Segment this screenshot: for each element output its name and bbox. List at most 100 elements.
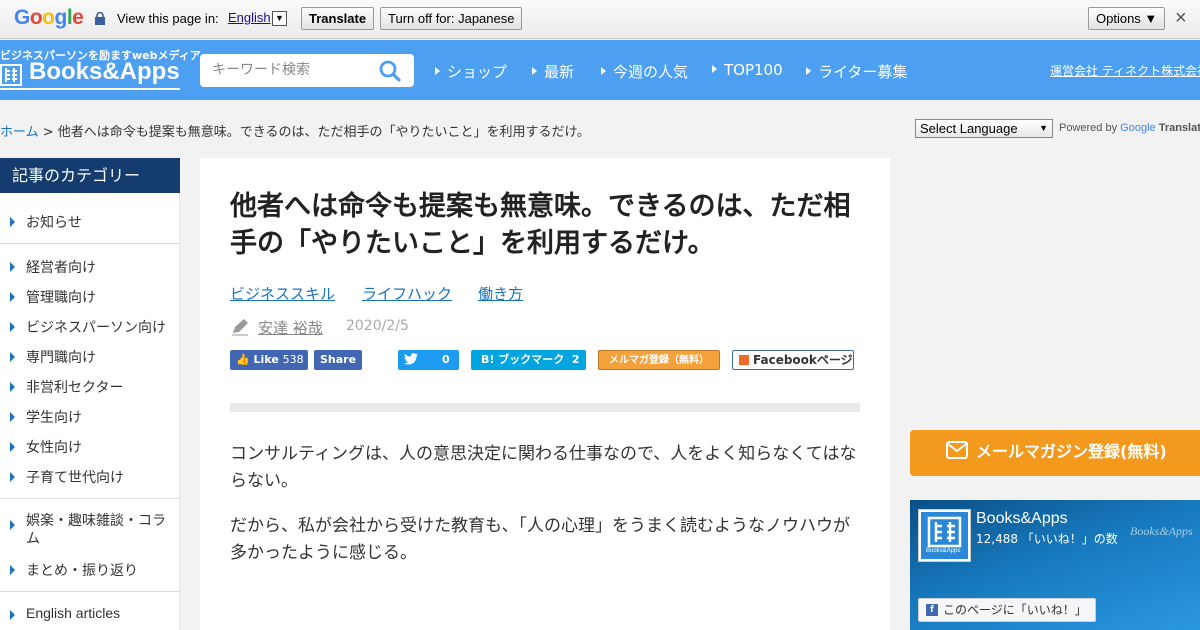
options-button[interactable]: Options ▼ [1088,7,1166,30]
view-page-label: View this page in: [117,11,219,26]
sidebar-item-women[interactable]: 女性向け [0,437,180,457]
caret-right-icon [435,67,440,75]
caret-right-icon [10,322,15,332]
twitter-button[interactable]: 0 [398,350,459,370]
breadcrumb: ホーム > 他者へは命令も提案も無意味。できるのは、ただ相手の「やりたいこと」を… [0,121,590,140]
fb-thumb-text: Books&Apps [926,548,961,554]
sidebar-item-students[interactable]: 学生向け [0,407,180,427]
nav-label: ショップ [447,63,508,81]
caret-right-icon [10,352,15,362]
caret-right-icon [601,67,606,75]
logo-underline [0,88,180,90]
divider-bar [230,403,860,412]
nav-weekly-popular[interactable]: 今週の人気 [601,61,688,82]
facebook-icon: f [926,604,938,616]
fb-like-label: Like [253,353,279,366]
sidebar-item-entertainment[interactable]: 娯楽・趣味雑談・コラム [0,512,170,548]
sidebar-item-label: ビジネスパーソン向け [26,320,166,336]
company-link[interactable]: 運営会社 ティネクト株式会社 [1050,62,1200,79]
nav-label: 今週の人気 [613,63,689,81]
caret-right-icon [10,292,15,302]
hatena-bookmark-button[interactable]: B! ブックマーク 2 [471,350,586,370]
flag-icon [739,355,749,365]
turn-off-button[interactable]: Turn off for: Japanese [380,7,523,30]
tag-business-skill[interactable]: ビジネススキル [230,283,335,304]
google-wordmark: Google [1120,122,1156,134]
article-paragraph: コンサルティングは、人の意思決定に関わる仕事なので、人をよく知らなくてはならない… [230,444,857,491]
twitter-count: 0 [442,353,450,366]
sidebar-divider [0,591,180,592]
caret-right-icon [10,217,15,227]
fb-page-name[interactable]: Books&Apps [976,510,1068,528]
fb-page-like-button[interactable]: f このページに「いいね！」 [918,598,1096,622]
nav-shop[interactable]: ショップ [435,61,507,82]
hatena-label: B! ブックマーク [481,353,565,366]
fb-share-button[interactable]: Share [314,350,362,370]
nav-label: ライター募集 [818,63,908,81]
sidebar-item-managers[interactable]: 管理職向け [0,287,180,307]
fb-like-count: 538 [282,353,304,366]
search-input[interactable] [212,60,372,80]
thumbs-up-icon: 👍 [236,353,250,366]
twitter-bird-icon [404,353,418,365]
sidebar-item-label: 専門職向け [26,350,96,366]
tag-lifehack[interactable]: ライフハック [362,283,452,304]
sidebar-item-label: まとめ・振り返り [26,563,138,579]
mail-icon [946,441,968,459]
sidebar-divider [0,498,180,499]
language-select-value: Select Language [920,121,1018,136]
caret-right-icon [10,565,15,575]
powered-by-label: Powered by [1059,122,1118,134]
site-logo[interactable]: Books&Apps [29,58,180,86]
close-icon[interactable]: × [1175,8,1187,28]
sidebar-divider [0,243,180,244]
nav-latest[interactable]: 最新 [532,61,574,82]
fb-like-button[interactable]: 👍 Like 538 [230,350,308,370]
caret-right-icon [10,382,15,392]
sidebar-item-label: English articles [26,605,121,621]
caret-right-icon [10,520,15,530]
caret-right-icon [712,65,717,73]
sidebar-item-news[interactable]: お知らせ [0,212,180,232]
caret-right-icon [10,262,15,272]
fb-like-count: 12,488 「いいね！」の数 [976,532,1118,546]
books-apps-logo-icon[interactable] [0,64,22,86]
sidebar-item-english[interactable]: English articles [0,605,180,621]
tag-workstyle[interactable]: 働き方 [478,283,523,304]
hatena-count: 2 [571,353,580,366]
search-icon[interactable] [378,59,402,83]
translate-button[interactable]: Translate [301,7,375,30]
nav-top100[interactable]: TOP100 [712,61,783,79]
nav-writer-recruit[interactable]: ライター募集 [806,61,907,82]
sidebar-item-label: 女性向け [26,440,82,456]
sidebar-item-summary[interactable]: まとめ・振り返り [0,560,180,580]
sidebar-item-professionals[interactable]: 専門職向け [0,347,180,367]
language-select[interactable]: Select Language ▼ [915,119,1053,138]
sidebar-item-executives[interactable]: 経営者向け [0,257,180,277]
sidebar-item-nonprofit[interactable]: 非営利セクター [0,377,180,397]
caret-right-icon [10,610,15,620]
facebook-page-label: Facebookページ [753,353,853,367]
sidebar-heading: 記事のカテゴリー [0,158,180,193]
caret-right-icon [10,472,15,482]
google-logo: Google [14,6,84,29]
language-link[interactable]: English [228,10,271,25]
mailmag-button[interactable]: メルマガ登録（無料） [598,350,720,370]
author-link[interactable]: 安達 裕哉 [258,317,323,338]
translate-bar: Google View this page in: English ▼ Tran… [0,0,1200,39]
sidebar-item-parents[interactable]: 子育て世代向け [0,467,180,487]
article-title: 他者へは命令も提案も無意味。できるのは、ただ相手の「やりたいこと」を利用するだけ… [230,191,851,259]
chevron-down-icon[interactable]: ▼ [272,11,287,26]
nav-label: 最新 [544,63,575,81]
translate-label: Translate [1158,122,1200,134]
lock-icon [95,12,105,25]
chevron-down-icon: ▼ [1039,123,1048,133]
sidebar-item-business-person[interactable]: ビジネスパーソン向け [0,317,180,337]
fb-cover-watermark: Books&Apps [1130,524,1193,538]
facebook-page-button[interactable]: Facebookページ [732,350,854,370]
caret-right-icon [532,67,537,75]
nav-label: TOP100 [724,61,783,79]
breadcrumb-current: 他者へは命令も提案も無意味。できるのは、ただ相手の「やりたいこと」を利用するだけ… [57,125,590,140]
caret-right-icon [10,412,15,422]
breadcrumb-home[interactable]: ホーム [0,125,39,140]
